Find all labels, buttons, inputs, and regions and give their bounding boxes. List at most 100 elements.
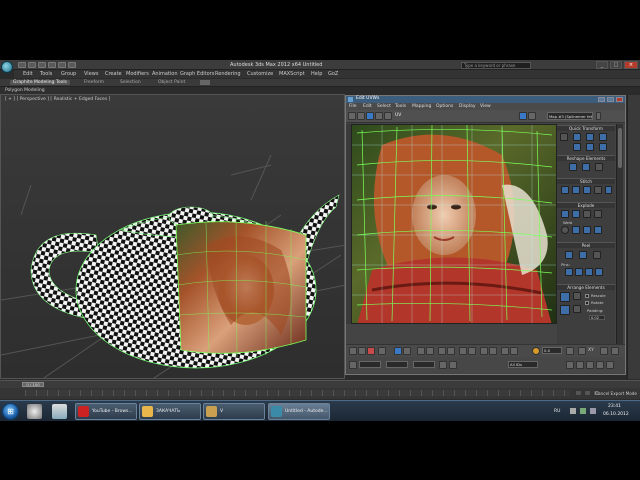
stitch-to-target-icon[interactable]	[561, 186, 569, 194]
menu-maxscript[interactable]: MAXScript	[279, 71, 305, 77]
polygon-mode-icon[interactable]	[367, 347, 375, 355]
quick-peel-icon[interactable]	[565, 251, 573, 259]
rotate-checkbox[interactable]	[585, 301, 589, 305]
grid-snap-icon[interactable]	[606, 361, 614, 369]
vertex-mode-icon[interactable]	[349, 347, 357, 355]
next-frame-icon[interactable]	[584, 390, 591, 396]
uvw-menu-select[interactable]: Select	[377, 104, 391, 109]
ring-grow-icon[interactable]	[447, 347, 455, 355]
zoom-extents-icon[interactable]	[596, 361, 604, 369]
perspective-viewport[interactable]: [ + ] [ Perspective ] [ Realistic + Edge…	[0, 94, 345, 379]
weld-edges-icon[interactable]	[583, 226, 591, 234]
select-element-icon[interactable]	[378, 347, 386, 355]
straighten-selection-icon[interactable]	[569, 163, 577, 171]
uvw-menu-edit[interactable]: Edit	[363, 104, 372, 109]
volume-icon[interactable]	[590, 408, 596, 414]
new-file-icon[interactable]	[18, 62, 26, 68]
tab-graphite-modeling-tools[interactable]: Graphite Modeling Tools	[10, 80, 71, 85]
stitch-average-icon[interactable]	[572, 186, 580, 194]
straighten-icon[interactable]	[599, 143, 607, 151]
mirror-tool-icon[interactable]	[384, 112, 392, 120]
task-youtube-browser[interactable]: YouTube - Brows...	[75, 403, 137, 420]
project-folder-icon[interactable]	[68, 62, 76, 68]
soft-selection-sphere-icon[interactable]	[532, 347, 540, 355]
detach-icon[interactable]	[572, 210, 580, 218]
soft-select-falloff-icon[interactable]	[510, 347, 518, 355]
tray-expand-icon[interactable]	[570, 408, 576, 414]
uvw-minimize-button[interactable]	[598, 97, 605, 102]
stitch-settings-icon[interactable]	[605, 186, 612, 194]
polygon-modeling-panel[interactable]: Polygon Modeling	[0, 87, 70, 94]
falloff-value-field[interactable]: 0.0	[542, 347, 562, 354]
lock-coordinates-icon[interactable]	[439, 361, 447, 369]
xy-label[interactable]: XY	[588, 348, 594, 353]
explorer-pin-icon[interactable]	[52, 404, 67, 419]
select-by-element-icon[interactable]	[489, 347, 497, 355]
menu-group[interactable]: Group	[61, 71, 76, 77]
flatten-settings-icon[interactable]	[594, 210, 602, 218]
w-coordinate-field[interactable]	[413, 361, 435, 368]
menu-views[interactable]: Views	[84, 71, 98, 77]
edge-mode-icon[interactable]	[358, 347, 366, 355]
padding-input[interactable]: 0.02	[589, 315, 605, 320]
time-slider[interactable]: 0 / 100	[22, 382, 44, 387]
uvw-menu-file[interactable]: File	[349, 104, 357, 109]
undo-icon[interactable]	[48, 62, 56, 68]
space-horizontal-icon[interactable]	[573, 143, 581, 151]
v-coordinate-field[interactable]	[386, 361, 408, 368]
stitch-to-source-icon[interactable]	[583, 186, 591, 194]
set-pivot-icon[interactable]	[560, 133, 568, 141]
soft-select-icon[interactable]	[501, 347, 509, 355]
panel-scrollbar[interactable]	[616, 124, 623, 344]
align-y-icon[interactable]	[586, 133, 594, 141]
task-v-folder[interactable]: V	[203, 403, 265, 420]
relax-icon[interactable]	[582, 163, 590, 171]
peel-mode-icon[interactable]	[579, 251, 587, 259]
menu-modifiers[interactable]: Modifiers	[126, 71, 149, 77]
absolute-mode-icon[interactable]	[349, 361, 357, 369]
language-indicator[interactable]: RU	[554, 409, 560, 414]
stitch-custom-icon[interactable]	[594, 186, 602, 194]
explode-rollout[interactable]: Explode	[557, 202, 615, 208]
freeform-tool-icon[interactable]	[375, 112, 383, 120]
maximize-button[interactable]: □	[610, 61, 622, 69]
pack-together-icon[interactable]	[573, 292, 581, 300]
weld-target-icon[interactable]	[561, 226, 569, 234]
break-icon[interactable]	[561, 210, 569, 218]
menu-help[interactable]: Help	[311, 71, 322, 77]
media-player-icon[interactable]	[27, 404, 42, 419]
grow-selection-icon[interactable]	[394, 347, 402, 355]
uvw-close-button[interactable]	[616, 97, 623, 102]
start-button[interactable]: ⊞	[2, 403, 19, 420]
tab-freeform[interactable]: Freeform	[84, 80, 104, 85]
network-icon[interactable]	[580, 408, 586, 414]
ids-dropdown[interactable]: All IDs	[508, 361, 538, 368]
track-bar-ticks[interactable]	[25, 390, 570, 396]
show-map-icon[interactable]	[519, 112, 527, 120]
u-coordinate-field[interactable]	[359, 361, 381, 368]
menu-goz[interactable]: GoZ	[328, 71, 338, 77]
redo-icon[interactable]	[58, 62, 66, 68]
save-file-icon[interactable]	[38, 62, 46, 68]
scale-tool-icon[interactable]	[366, 112, 374, 120]
menu-graph-editors[interactable]: Graph Editors	[180, 71, 214, 77]
command-panel[interactable]	[627, 95, 640, 379]
align-edge-icon[interactable]	[599, 133, 607, 141]
auto-pin-icon[interactable]	[585, 268, 593, 276]
uvw-title-bar[interactable]: Edit UVWs	[346, 96, 625, 103]
loop-grow-icon[interactable]	[426, 347, 434, 355]
uvw-menu-view[interactable]: View	[480, 104, 491, 109]
menu-create[interactable]: Create	[105, 71, 122, 77]
ribbon-toggle-icon[interactable]	[200, 80, 210, 85]
move-tool-icon[interactable]	[348, 112, 356, 120]
lock-selection-icon[interactable]	[611, 347, 619, 355]
menu-edit[interactable]: Edit	[23, 71, 33, 77]
uv-editor-canvas[interactable]	[351, 124, 557, 324]
task-zakachat-folder[interactable]: ЗАКАЧАТЬ	[139, 403, 201, 420]
menu-customize[interactable]: Customize	[247, 71, 273, 77]
ring-select-icon[interactable]	[438, 347, 446, 355]
menu-rendering[interactable]: Rendering	[215, 71, 241, 77]
rotate-tool-icon[interactable]	[357, 112, 365, 120]
select-pins-icon[interactable]	[595, 268, 603, 276]
pack-normalize-icon[interactable]	[560, 305, 570, 315]
